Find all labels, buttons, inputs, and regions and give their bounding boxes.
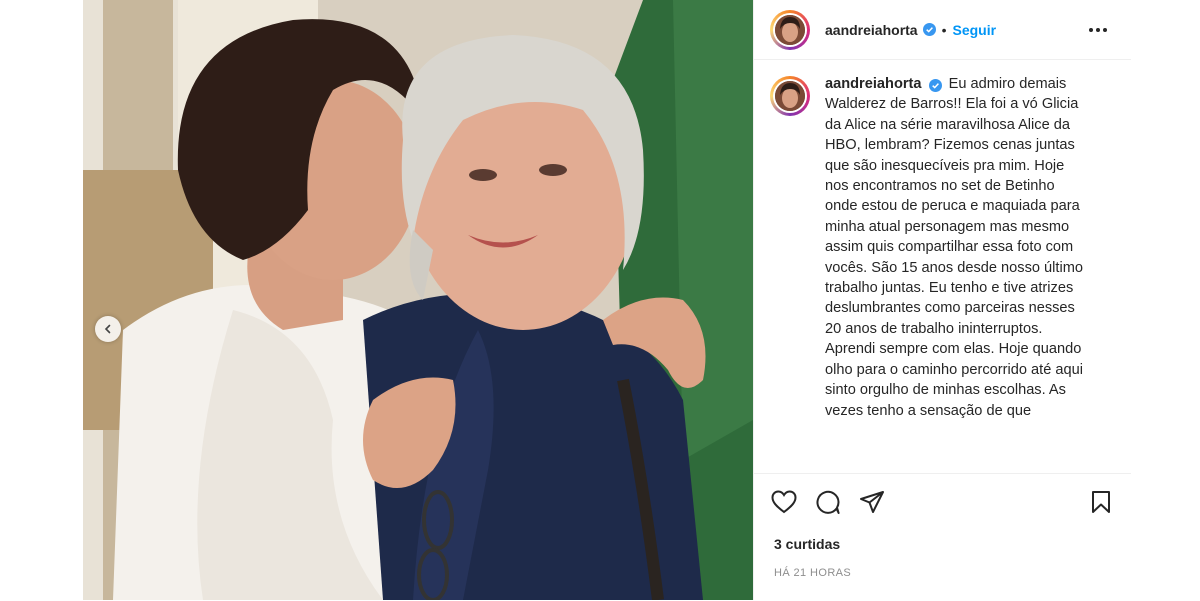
previous-photo-button[interactable] (95, 316, 121, 342)
chevron-left-icon (103, 324, 113, 334)
post-timestamp[interactable]: HÁ 21 HORAS (754, 552, 1131, 579)
instagram-post: aandreiahorta • Seguir aandreiahorta Eu … (83, 0, 1131, 600)
bookmark-icon[interactable] (1087, 488, 1115, 516)
verified-badge-icon (928, 78, 942, 92)
post-header: aandreiahorta • Seguir (754, 0, 1131, 60)
username[interactable]: aandreiahorta (825, 22, 918, 38)
caption-body: Eu admiro demais Walderez de Barros!! El… (825, 76, 1083, 419)
caption-username[interactable]: aandreiahorta (825, 76, 922, 92)
post-side-panel: aandreiahorta • Seguir aandreiahorta Eu … (753, 0, 1131, 600)
comments-area[interactable]: aandreiahorta Eu admiro demais Walderez … (754, 60, 1131, 473)
verified-badge-icon (922, 23, 936, 36)
comment-icon[interactable] (814, 488, 842, 516)
paper-plane-icon[interactable] (858, 488, 886, 516)
likes-count[interactable]: 3 curtidas (754, 516, 1131, 552)
caption-avatar[interactable] (770, 76, 810, 116)
post-actions: 3 curtidas HÁ 21 HORAS (754, 473, 1131, 601)
post-photo (83, 0, 753, 600)
action-icons (754, 474, 1131, 516)
photo-illustration (83, 0, 753, 600)
caption-text: aandreiahorta Eu admiro demais Walderez … (825, 74, 1087, 421)
avatar[interactable] (770, 9, 810, 50)
caption: aandreiahorta Eu admiro demais Walderez … (754, 60, 1131, 421)
heart-icon[interactable] (770, 488, 798, 516)
follow-button[interactable]: Seguir (953, 22, 997, 38)
separator-dot: • (941, 21, 947, 38)
more-options-icon[interactable] (1081, 20, 1115, 40)
